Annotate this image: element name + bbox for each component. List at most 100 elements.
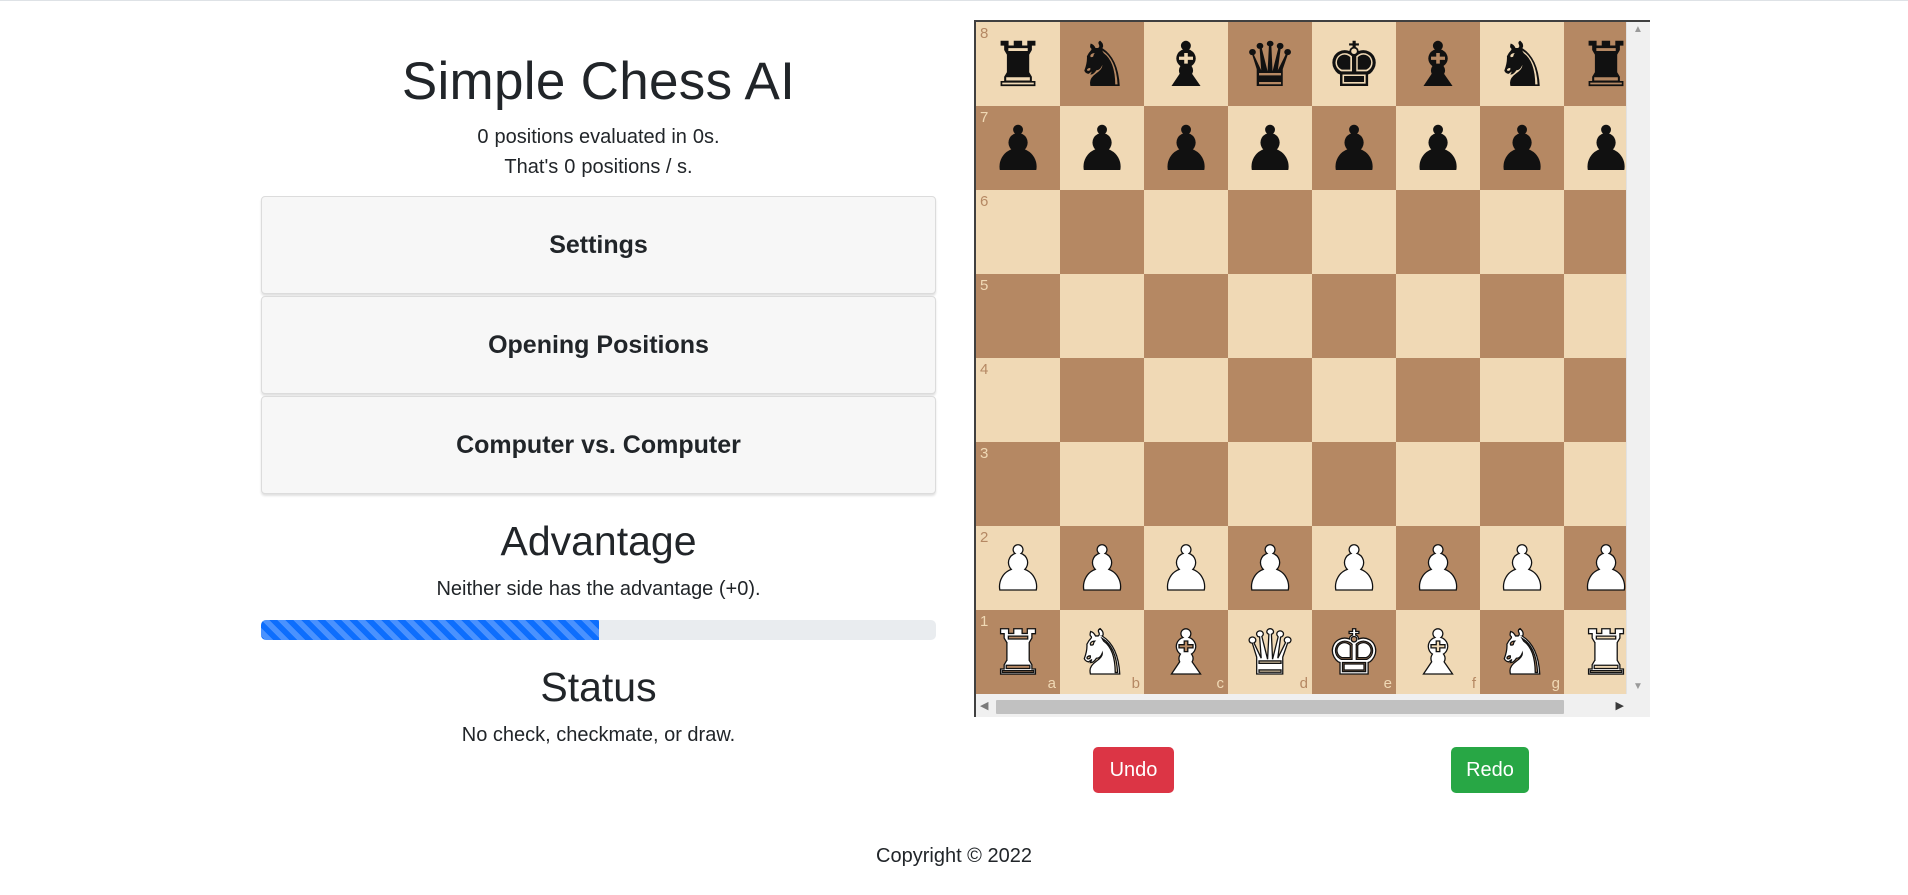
settings-button[interactable]: Settings — [261, 196, 936, 294]
scroll-left-icon[interactable]: ◀ — [980, 699, 988, 712]
square-c5[interactable] — [1144, 274, 1228, 358]
black-pawn-icon[interactable]: ♟ — [990, 118, 1046, 180]
scrollbar-thumb[interactable] — [996, 700, 1564, 714]
redo-button[interactable]: Redo — [1451, 747, 1529, 793]
square-c7[interactable]: ♟ — [1144, 106, 1228, 190]
white-rook-icon[interactable]: ♜ — [990, 621, 1047, 684]
square-e3[interactable] — [1312, 442, 1396, 526]
square-d5[interactable] — [1228, 274, 1312, 358]
advantage-title: Advantage — [500, 518, 697, 564]
square-g1[interactable]: g ♞ — [1480, 610, 1564, 694]
square-f4[interactable] — [1396, 358, 1480, 442]
white-knight-icon[interactable]: ♞ — [1074, 621, 1131, 684]
file-label: c — [1216, 675, 1225, 692]
white-pawn-icon[interactable]: ♟ — [1326, 537, 1383, 600]
computer-vs-computer-button[interactable]: Computer vs. Computer — [261, 396, 936, 494]
square-a7[interactable]: 7 ♟ — [976, 106, 1060, 190]
white-pawn-icon[interactable]: ♟ — [1494, 537, 1551, 600]
square-g2[interactable]: ♟ — [1480, 526, 1564, 610]
black-knight-icon[interactable]: ♞ — [1494, 34, 1550, 96]
black-pawn-icon[interactable]: ♟ — [1410, 118, 1466, 180]
square-g8[interactable]: ♞ — [1480, 22, 1564, 106]
black-pawn-icon[interactable]: ♟ — [1158, 118, 1214, 180]
square-g3[interactable] — [1480, 442, 1564, 526]
square-a4[interactable]: 4 — [976, 358, 1060, 442]
square-d8[interactable]: ♛ — [1228, 22, 1312, 106]
square-d1[interactable]: d ♛ — [1228, 610, 1312, 694]
square-f6[interactable] — [1396, 190, 1480, 274]
square-e2[interactable]: ♟ — [1312, 526, 1396, 610]
black-pawn-icon[interactable]: ♟ — [1242, 118, 1298, 180]
square-f5[interactable] — [1396, 274, 1480, 358]
black-king-icon[interactable]: ♚ — [1326, 34, 1382, 96]
square-b1[interactable]: b ♞ — [1060, 610, 1144, 694]
square-e6[interactable] — [1312, 190, 1396, 274]
square-g5[interactable] — [1480, 274, 1564, 358]
square-a8[interactable]: 8 ♜ — [976, 22, 1060, 106]
black-queen-icon[interactable]: ♛ — [1242, 34, 1298, 96]
square-e4[interactable] — [1312, 358, 1396, 442]
square-c8[interactable]: ♝ — [1144, 22, 1228, 106]
horizontal-scrollbar[interactable]: ◀ ▶ — [976, 694, 1650, 717]
square-c4[interactable] — [1144, 358, 1228, 442]
square-f3[interactable] — [1396, 442, 1480, 526]
white-pawn-icon[interactable]: ♟ — [1410, 537, 1467, 600]
square-a6[interactable]: 6 — [976, 190, 1060, 274]
white-pawn-icon[interactable]: ♟ — [990, 537, 1047, 600]
vertical-scrollbar[interactable]: ▲ ▼ — [1626, 22, 1648, 694]
square-c6[interactable] — [1144, 190, 1228, 274]
white-pawn-icon[interactable]: ♟ — [1074, 537, 1131, 600]
white-queen-icon[interactable]: ♛ — [1242, 621, 1299, 684]
square-g4[interactable] — [1480, 358, 1564, 442]
scroll-down-icon[interactable]: ▼ — [1627, 681, 1649, 692]
square-b5[interactable] — [1060, 274, 1144, 358]
black-knight-icon[interactable]: ♞ — [1074, 34, 1130, 96]
square-d6[interactable] — [1228, 190, 1312, 274]
undo-button[interactable]: Undo — [1093, 747, 1174, 793]
chessboard[interactable]: 8 ♜ ♞ ♝ ♛ ♚ ♝ ♞ ♜ 7 ♟ ♟ ♟ ♟ ♟ ♟ ♟ ♟ 6 5 4 3 2 ♟ ♟ ♟ ♟ ♟ ♟ ♟ ♟ 1 a ♜ b ♞ c ♝ d ♛… — [976, 22, 1648, 694]
scroll-up-icon[interactable]: ▲ — [1627, 24, 1649, 35]
square-a5[interactable]: 5 — [976, 274, 1060, 358]
white-bishop-icon[interactable]: ♝ — [1158, 621, 1215, 684]
square-d2[interactable]: ♟ — [1228, 526, 1312, 610]
square-c3[interactable] — [1144, 442, 1228, 526]
square-d4[interactable] — [1228, 358, 1312, 442]
square-f8[interactable]: ♝ — [1396, 22, 1480, 106]
square-b7[interactable]: ♟ — [1060, 106, 1144, 190]
scroll-right-icon[interactable]: ▶ — [1616, 699, 1624, 712]
square-f7[interactable]: ♟ — [1396, 106, 1480, 190]
square-a2[interactable]: 2 ♟ — [976, 526, 1060, 610]
white-bishop-icon[interactable]: ♝ — [1410, 621, 1467, 684]
square-g6[interactable] — [1480, 190, 1564, 274]
square-d7[interactable]: ♟ — [1228, 106, 1312, 190]
square-f2[interactable]: ♟ — [1396, 526, 1480, 610]
square-c1[interactable]: c ♝ — [1144, 610, 1228, 694]
opening-positions-button[interactable]: Opening Positions — [261, 296, 936, 394]
black-bishop-icon[interactable]: ♝ — [1410, 34, 1466, 96]
square-e5[interactable] — [1312, 274, 1396, 358]
white-king-icon[interactable]: ♚ — [1326, 621, 1383, 684]
white-knight-icon[interactable]: ♞ — [1494, 621, 1551, 684]
black-bishop-icon[interactable]: ♝ — [1158, 34, 1214, 96]
square-a3[interactable]: 3 — [976, 442, 1060, 526]
square-b2[interactable]: ♟ — [1060, 526, 1144, 610]
square-b6[interactable] — [1060, 190, 1144, 274]
square-b3[interactable] — [1060, 442, 1144, 526]
square-e1[interactable]: e ♚ — [1312, 610, 1396, 694]
square-e8[interactable]: ♚ — [1312, 22, 1396, 106]
square-b8[interactable]: ♞ — [1060, 22, 1144, 106]
square-b4[interactable] — [1060, 358, 1144, 442]
square-e7[interactable]: ♟ — [1312, 106, 1396, 190]
square-c2[interactable]: ♟ — [1144, 526, 1228, 610]
square-f1[interactable]: f ♝ — [1396, 610, 1480, 694]
white-pawn-icon[interactable]: ♟ — [1158, 537, 1215, 600]
square-a1[interactable]: 1 a ♜ — [976, 610, 1060, 694]
square-d3[interactable] — [1228, 442, 1312, 526]
white-pawn-icon[interactable]: ♟ — [1242, 537, 1299, 600]
footer-copyright: Copyright © 2022 — [876, 845, 1032, 867]
black-pawn-icon[interactable]: ♟ — [1074, 118, 1130, 180]
black-rook-icon[interactable]: ♜ — [990, 34, 1046, 96]
square-g7[interactable]: ♟ — [1480, 106, 1564, 190]
black-pawn-icon[interactable]: ♟ — [1494, 118, 1550, 180]
black-pawn-icon[interactable]: ♟ — [1326, 118, 1382, 180]
